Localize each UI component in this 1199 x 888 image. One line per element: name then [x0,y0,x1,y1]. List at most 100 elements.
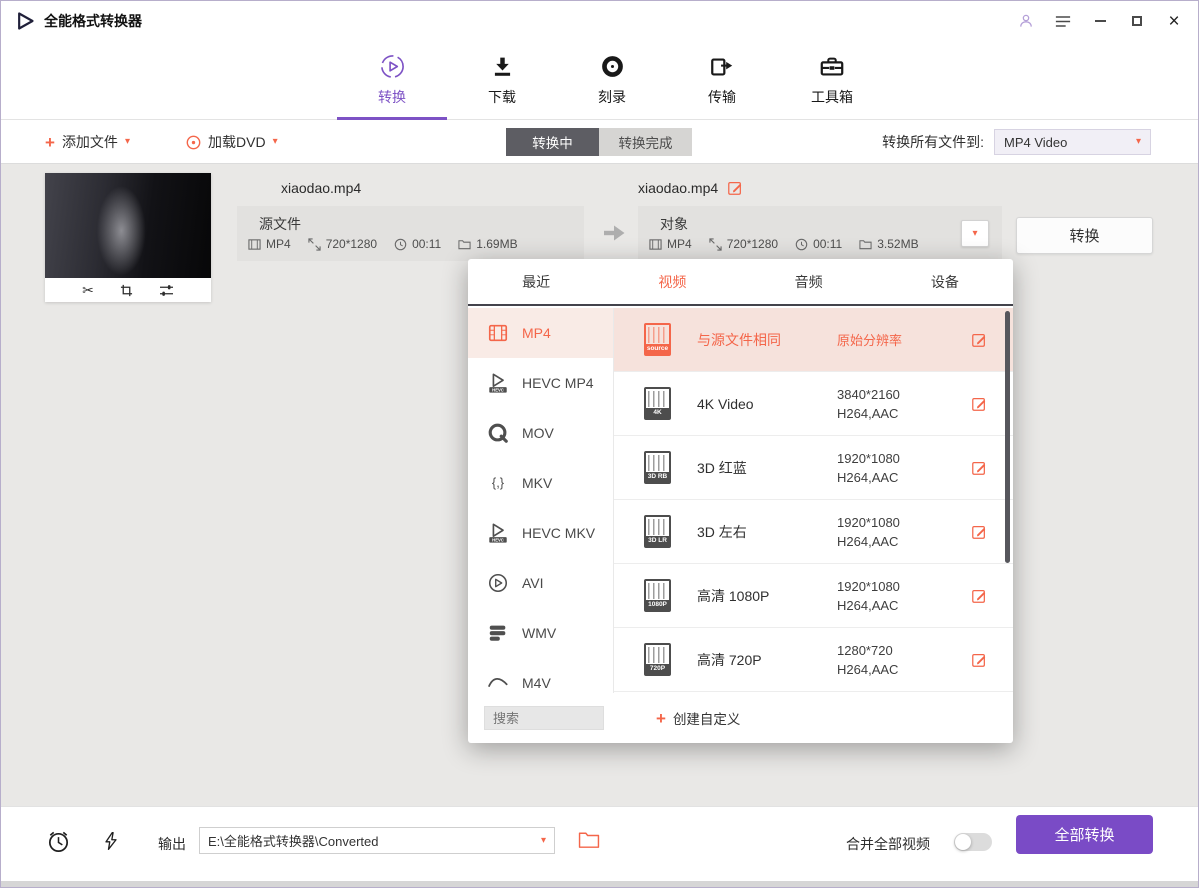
toolbox-icon [819,53,845,80]
preset-spec: 1920*1080H264,AAC [837,579,900,613]
chevron-down-icon: ▾ [972,229,977,239]
file-badge-icon: 3D LR [644,515,671,548]
menu-icon[interactable] [1053,11,1073,31]
open-folder-icon[interactable] [578,831,600,849]
search-input[interactable] [484,706,604,730]
download-icon [490,53,515,80]
film-icon [649,238,662,251]
create-custom-button[interactable]: + 创建自定义 [656,708,740,728]
edit-icon[interactable] [971,460,987,476]
tab-toolbox-label: 工具箱 [811,87,853,107]
minimize-button[interactable] [1090,11,1110,31]
clock-icon [795,238,808,251]
titlebar: 全能格式转换器 × [1,1,1198,41]
popup-tab-device[interactable]: 设备 [877,259,1013,304]
tab-download[interactable]: 下载 [447,41,557,119]
preset-row[interactable]: 1080P高清 1080P1920*1080H264,AAC [614,564,1013,628]
create-custom-label: 创建自定义 [673,708,741,728]
preset-list: source与源文件相同原始分辨率4K4K Video3840*2160H264… [614,308,1013,692]
target-format-dropdown-button[interactable]: ▾ [961,220,989,247]
tab-convert[interactable]: 转换 [337,41,447,119]
source-info-box: 源文件 MP4720*128000:111.69MB [237,206,584,261]
edit-icon[interactable] [971,588,987,604]
edit-icon[interactable] [971,524,987,540]
load-dvd-label: 加载DVD [208,132,266,152]
svg-text:HEVC: HEVC [492,538,504,543]
preset-name: 高清 1080P [697,586,837,606]
format-item-mkv[interactable]: {,}MKV [468,458,613,508]
popup-tab-video[interactable]: 视频 [604,259,740,304]
svg-text:{,}: {,} [492,475,505,490]
trim-scissors-icon[interactable]: ✂ [82,283,94,297]
source-label: 源文件 [259,214,301,234]
tab-toolbox[interactable]: 工具箱 [777,41,887,119]
target-name-row: xiaodao.mp4 [638,180,743,196]
effects-sliders-icon[interactable] [159,284,174,297]
video-thumbnail: ✂ [45,173,211,302]
tab-converting[interactable]: 转换中 [506,128,599,156]
app-logo-icon [15,11,35,31]
convert-all-button[interactable]: 全部转换 [1016,815,1153,854]
play-circle-icon [487,572,509,594]
scrollbar[interactable] [1005,311,1010,563]
format-item-wmv[interactable]: WMV [468,608,613,658]
user-icon[interactable] [1016,11,1036,31]
edit-icon[interactable] [971,396,987,412]
preset-name: 3D 左右 [697,522,837,542]
performance-bolt-icon[interactable] [101,831,121,851]
format-item-hevc-mkv[interactable]: HEVCHEVC MKV [468,508,613,558]
close-button[interactable]: × [1164,11,1184,31]
format-item-avi[interactable]: AVI [468,558,613,608]
preset-spec: 1920*1080H264,AAC [837,451,900,485]
popup-tab-recent[interactable]: 最近 [468,259,604,304]
file-badge-icon: 720P [644,643,671,676]
output-label: 输出 [158,834,186,854]
preset-panel: source与源文件相同原始分辨率4K4K Video3840*2160H264… [614,308,1013,693]
preset-row[interactable]: 720P高清 720P1280*720H264,AAC [614,628,1013,692]
chevron-down-icon[interactable]: ▾ [541,836,546,846]
preset-row[interactable]: 3D RB3D 红蓝1920*1080H264,AAC [614,436,1013,500]
edit-icon[interactable] [971,652,987,668]
output-path-input[interactable] [208,833,541,848]
tab-convert-label: 转换 [378,87,406,107]
main-nav: 转换 下载 刻录 传输 [1,41,1198,120]
load-dvd-button[interactable]: 加载DVD ▾ [186,120,278,164]
crop-icon[interactable] [120,284,133,297]
edit-icon[interactable] [727,180,743,196]
schedule-clock-icon[interactable] [46,829,71,854]
target-info-box: 对象 MP4720*128000:113.52MB ▾ [638,206,1002,261]
convert-button[interactable]: 转换 [1016,217,1153,254]
quicktime-icon [487,422,509,444]
tab-transfer[interactable]: 传输 [667,41,777,119]
plus-icon: + [656,710,666,727]
format-item-hevc-mp4[interactable]: HEVCHEVC MP4 [468,358,613,408]
merge-videos-label: 合并全部视频 [846,834,930,854]
format-item-mov[interactable]: MOV [468,408,613,458]
preset-row[interactable]: source与源文件相同原始分辨率 [614,308,1013,372]
add-file-label: 添加文件 [62,132,118,152]
arrow-right-icon [602,224,626,242]
preset-row[interactable]: 3D LR3D 左右1920*1080H264,AAC [614,500,1013,564]
add-file-button[interactable]: + 添加文件 ▾ [45,120,130,164]
format-item-mp4[interactable]: MP4 [468,308,613,358]
file-badge-icon: 3D RB [644,451,671,484]
merge-toggle[interactable] [954,833,992,851]
format-item-m4v[interactable]: M4V [468,658,613,693]
convert-all-to-label: 转换所有文件到: [882,132,984,152]
popup-tab-audio[interactable]: 音频 [741,259,877,304]
output-format-dropdown[interactable]: MP4 Video ▾ [994,129,1151,155]
info-format: MP4 [649,237,692,251]
tab-converted[interactable]: 转换完成 [599,128,692,156]
edit-icon[interactable] [971,332,987,348]
tab-burn[interactable]: 刻录 [557,41,667,119]
output-format-value: MP4 Video [1004,135,1067,150]
preset-row[interactable]: 4K4K Video3840*2160H264,AAC [614,372,1013,436]
matroska-icon: {,} [487,472,509,494]
maximize-button[interactable] [1127,11,1147,31]
wave-icon [487,672,509,693]
target-info-row: MP4720*128000:113.52MB [649,237,919,251]
app-window: 全能格式转换器 × 转换 下 [0,0,1199,888]
preset-spec: 原始分辨率 [837,330,902,349]
format-list: MP4HEVCHEVC MP4MOV{,}MKVHEVCHEVC MKVAVIW… [468,308,614,693]
file-badge-icon: 4K [644,387,671,420]
